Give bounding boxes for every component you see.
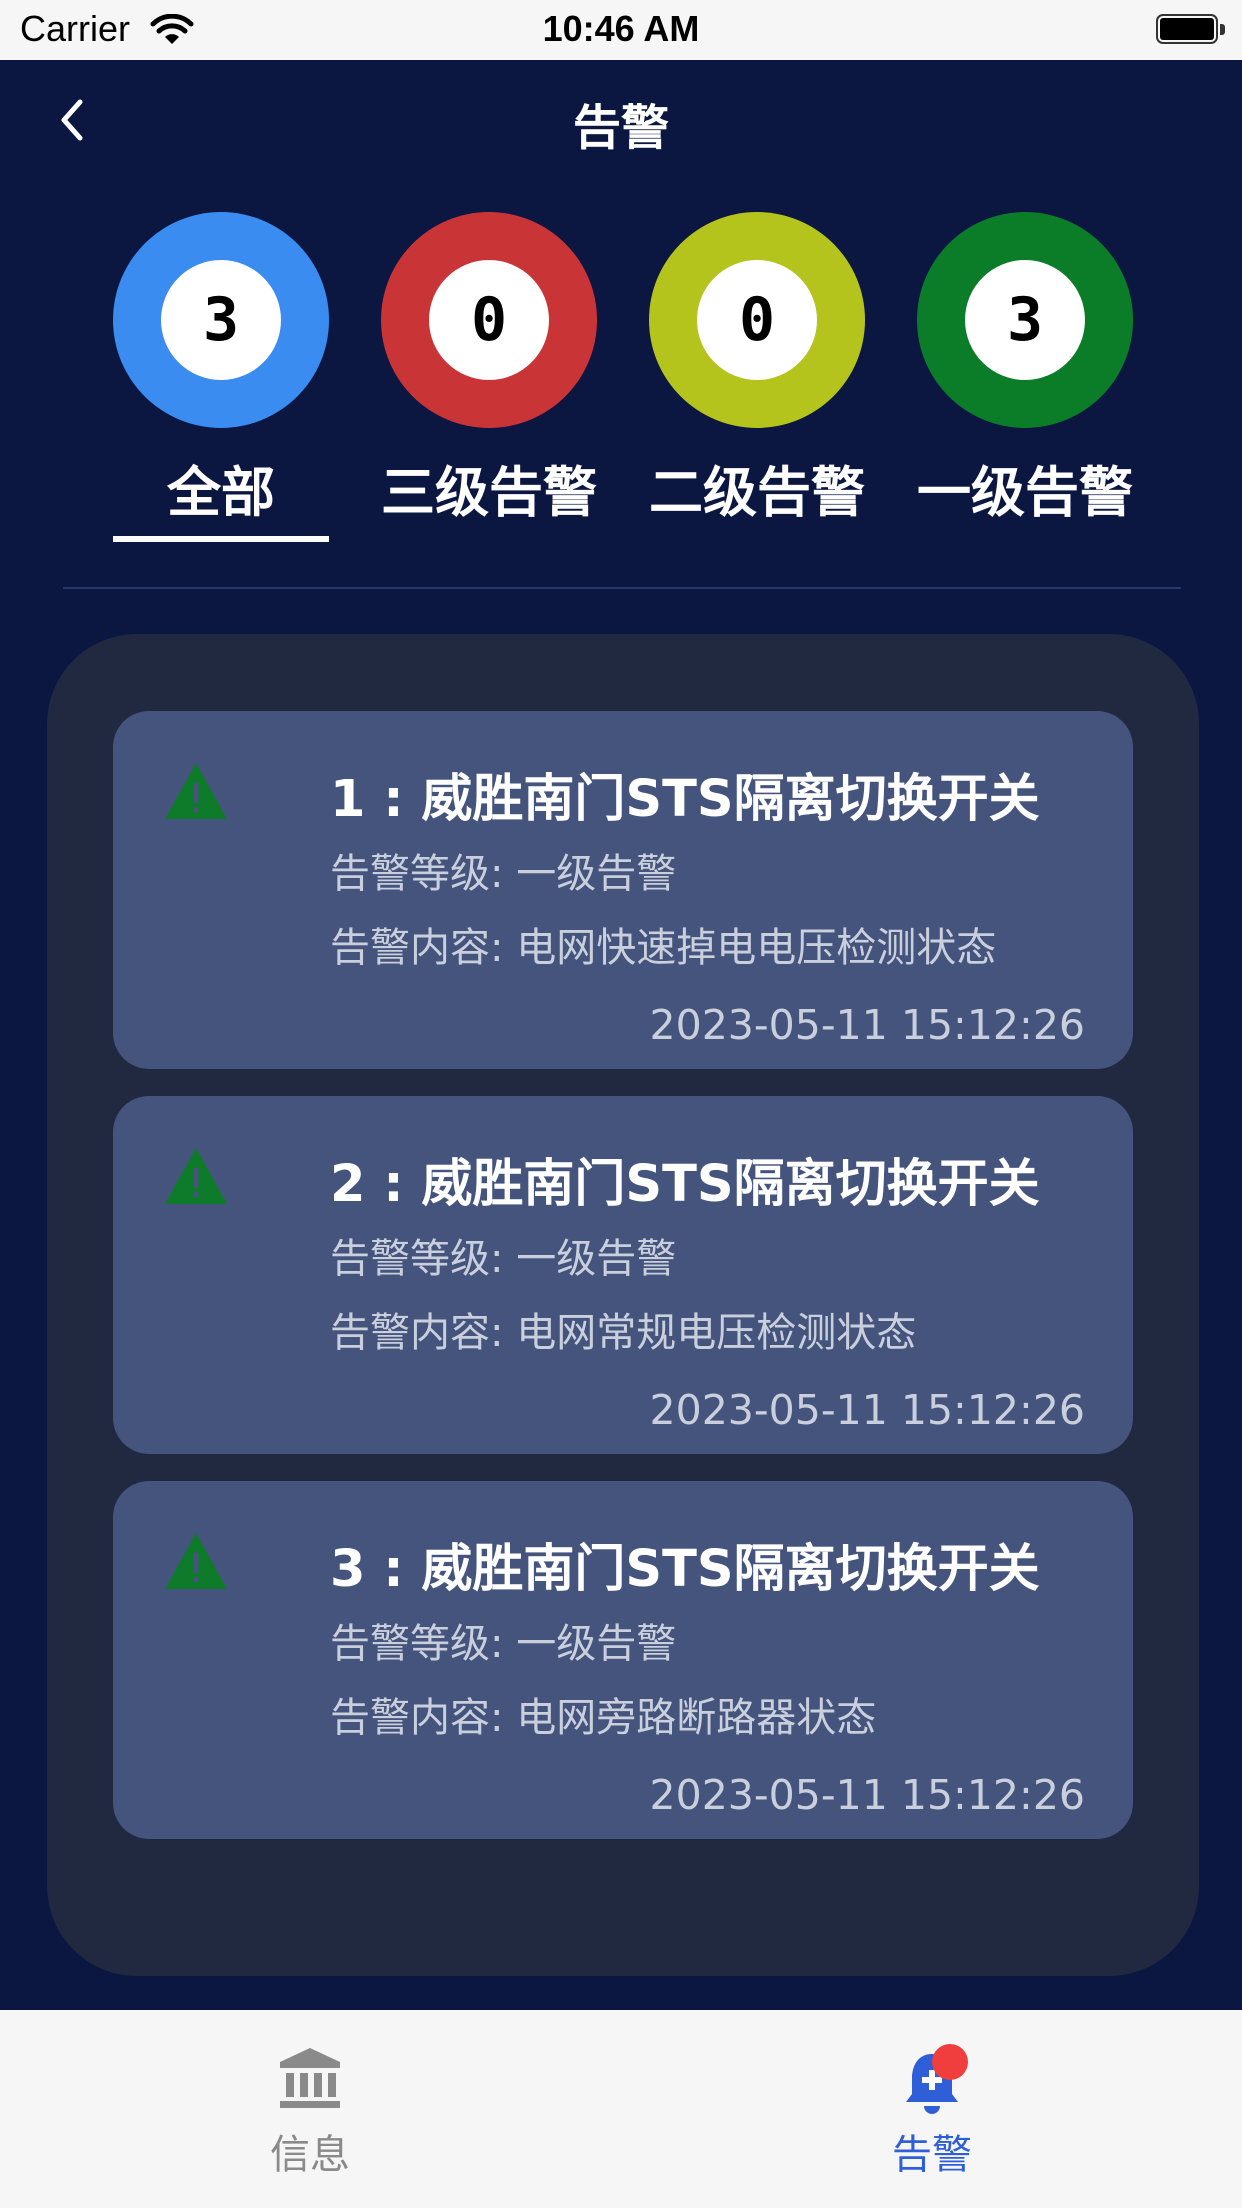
alarm-level: 告警等级: 一级告警 bbox=[330, 1621, 677, 1667]
tab-alarm[interactable]: 告警 bbox=[782, 2010, 1082, 2208]
alarm-time: 2023-05-11 15:12:26 bbox=[649, 1771, 1085, 1819]
count-ring: 3 bbox=[917, 212, 1133, 428]
page-title: 告警 bbox=[572, 100, 669, 156]
filter-tab-label: 全部 bbox=[167, 461, 275, 524]
alarm-time: 2023-05-11 15:12:26 bbox=[649, 1001, 1085, 1049]
alarm-title: 1 : 威胜南门STS隔离切换开关 bbox=[330, 770, 1040, 829]
count-ring: 0 bbox=[381, 212, 597, 428]
alarm-card[interactable]: 1 : 威胜南门STS隔离切换开关 告警等级: 一级告警 告警内容: 电网快速掉… bbox=[113, 711, 1133, 1069]
filter-tab-all[interactable]: 3 全部 bbox=[113, 212, 329, 542]
tab-bar: 信息 告警 bbox=[0, 2010, 1242, 2208]
filter-tab-level1[interactable]: 3 一级告警 bbox=[917, 212, 1133, 542]
alarm-content: 告警内容: 电网常规电压检测状态 bbox=[330, 1310, 917, 1356]
alarm-title: 3 : 威胜南门STS隔离切换开关 bbox=[330, 1540, 1040, 1599]
alarm-content: 告警内容: 电网快速掉电电压检测状态 bbox=[330, 925, 997, 971]
warning-triangle-icon bbox=[165, 763, 227, 819]
count-ring: 0 bbox=[649, 212, 865, 428]
alarm-level: 告警等级: 一级告警 bbox=[330, 851, 677, 897]
alarm-card[interactable]: 2 : 威胜南门STS隔离切换开关 告警等级: 一级告警 告警内容: 电网常规电… bbox=[113, 1096, 1133, 1454]
filter-tab-level2[interactable]: 0 二级告警 bbox=[649, 212, 865, 542]
alarm-title: 2 : 威胜南门STS隔离切换开关 bbox=[330, 1155, 1040, 1214]
bank-icon bbox=[280, 2048, 340, 2108]
alarm-content: 告警内容: 电网旁路断路器状态 bbox=[330, 1695, 877, 1741]
tab-alarm-label: 告警 bbox=[892, 2132, 972, 2178]
selected-indicator bbox=[113, 536, 329, 542]
clock: 10:46 AM bbox=[542, 8, 700, 49]
filter-tab-label: 二级告警 bbox=[649, 461, 865, 524]
alarm-time: 2023-05-11 15:12:26 bbox=[649, 1386, 1085, 1434]
count-ring: 3 bbox=[113, 212, 329, 428]
battery-icon bbox=[1156, 14, 1226, 46]
count-value: 3 bbox=[965, 260, 1085, 380]
warning-triangle-icon bbox=[165, 1148, 227, 1204]
alarm-list: 1 : 威胜南门STS隔离切换开关 告警等级: 一级告警 告警内容: 电网快速掉… bbox=[47, 634, 1199, 1976]
tab-info[interactable]: 信息 bbox=[160, 2010, 460, 2208]
count-value: 3 bbox=[161, 260, 281, 380]
filter-tab-label: 一级告警 bbox=[917, 461, 1133, 524]
count-value: 0 bbox=[697, 260, 817, 380]
divider bbox=[63, 587, 1181, 589]
filter-tab-level3[interactable]: 0 三级告警 bbox=[381, 212, 597, 542]
tab-info-label: 信息 bbox=[270, 2132, 350, 2178]
status-bar: Carrier 10:46 AM bbox=[0, 0, 1242, 60]
warning-triangle-icon bbox=[165, 1533, 227, 1589]
alarm-card[interactable]: 3 : 威胜南门STS隔离切换开关 告警等级: 一级告警 告警内容: 电网旁路断… bbox=[113, 1481, 1133, 1839]
navigation-bar: 告警 bbox=[0, 60, 1242, 180]
notification-badge bbox=[932, 2044, 968, 2080]
alarm-level: 告警等级: 一级告警 bbox=[330, 1236, 677, 1282]
count-value: 0 bbox=[429, 260, 549, 380]
filter-tab-label: 三级告警 bbox=[381, 461, 597, 524]
